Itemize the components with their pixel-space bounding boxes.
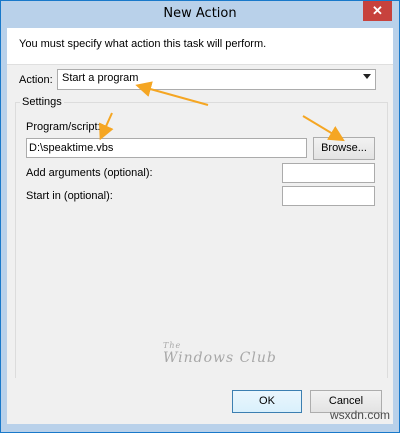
- arrow-to-browse-button: [302, 115, 345, 142]
- annotation-arrows: [98, 81, 345, 142]
- arrow-to-program-script: [98, 112, 114, 141]
- arrow-to-action-dropdown: [135, 81, 209, 106]
- dialog-window: New Action ✕ You must specify what actio…: [0, 0, 400, 433]
